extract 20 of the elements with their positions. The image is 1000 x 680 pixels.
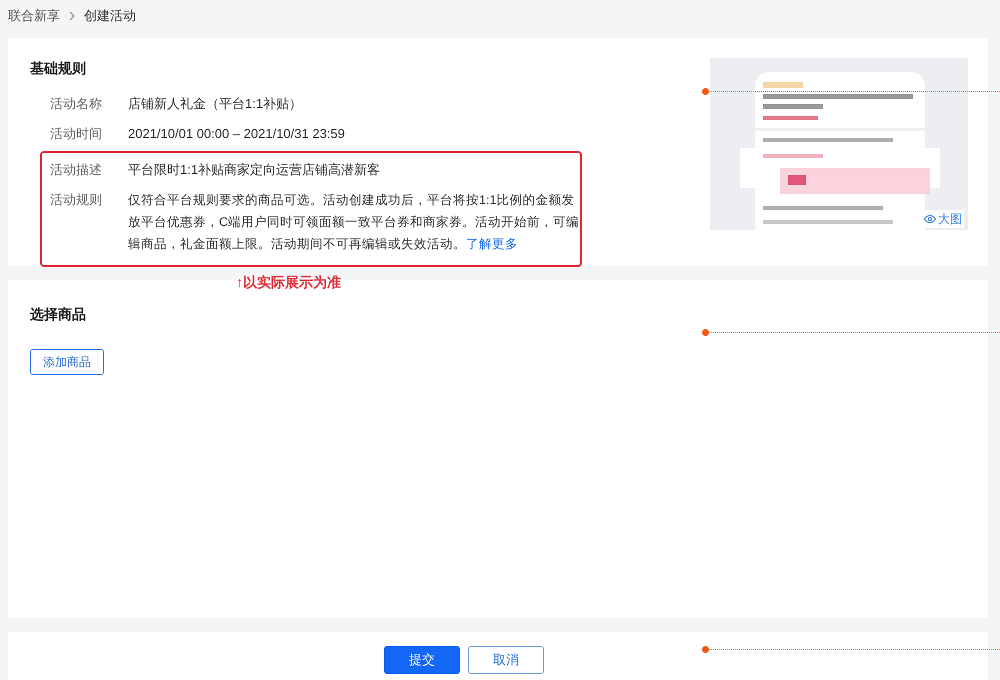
field-label: 活动名称 [50, 95, 103, 113]
field-label: 活动描述 [50, 161, 103, 179]
field-value: 平台限时1:1补贴商家定向运营店铺高潜新客 [128, 161, 380, 179]
field-value: 2021/10/01 00:00 – 2021/10/31 23:59 [128, 125, 345, 143]
field-value: 店铺新人礼金（平台1:1补贴） [128, 95, 302, 113]
section-title: 选择商品 [30, 305, 86, 324]
enlarge-button[interactable]: 大图 [922, 210, 964, 228]
add-product-button[interactable]: 添加商品 [30, 349, 104, 375]
chevron-icon [68, 11, 76, 21]
section-title: 基础规则 [30, 59, 87, 78]
learn-more-link[interactable]: 了解更多 [466, 237, 518, 251]
submit-button[interactable]: 提交 [384, 646, 460, 674]
breadcrumb-item[interactable]: 联合新享 [8, 6, 60, 26]
breadcrumb-item: 创建活动 [84, 7, 136, 26]
field-value: 仅符合平台规则要求的商品可选。活动创建成功后，平台将按1:1比例的金额发放平台优惠券，C端用户同时可领面额一致平台券和商家券。活动开始前，可编辑商品，礼金面额上限。活动期间不可再编辑或失效活动。了解更多 [128, 192, 580, 253]
field-label: 活动时间 [50, 125, 103, 143]
cancel-button[interactable]: 取消 [468, 646, 544, 674]
field-label: 活动规则 [50, 191, 103, 209]
annotation-text: ↑以实际展示为准 [236, 273, 341, 292]
eye-icon [924, 213, 936, 225]
